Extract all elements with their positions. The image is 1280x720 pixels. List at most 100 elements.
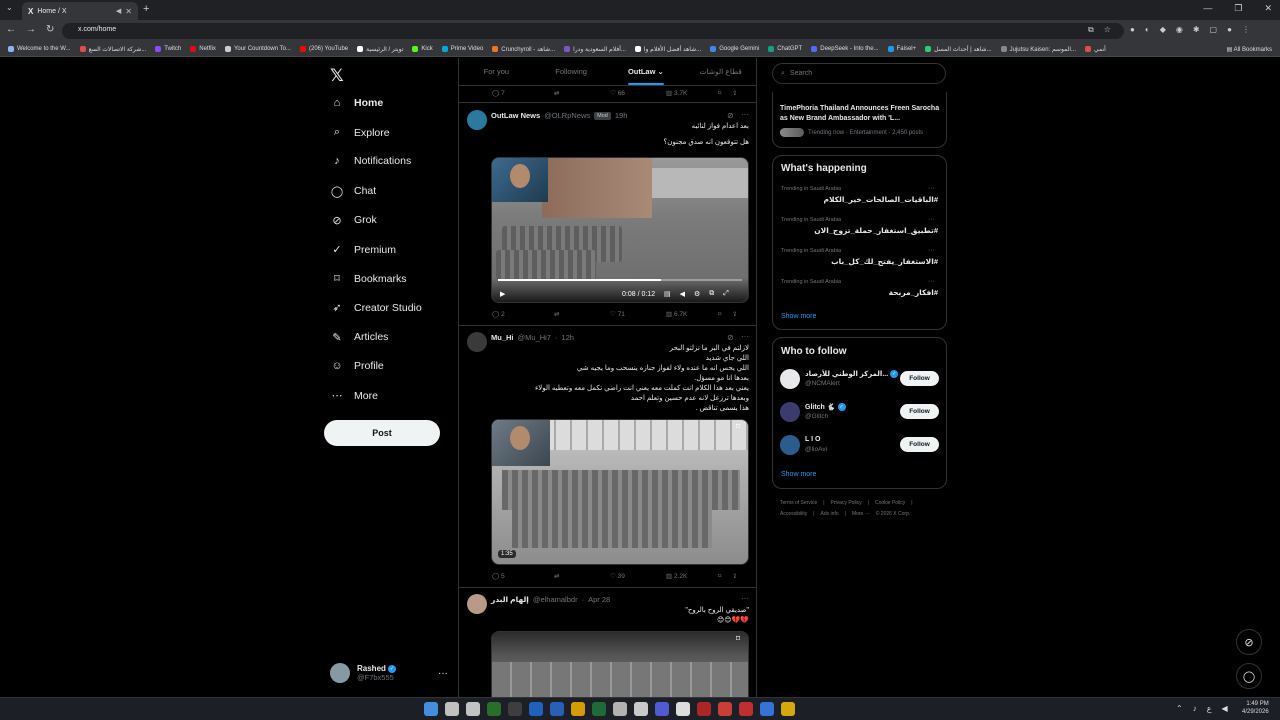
close-window-icon[interactable]: ✕ xyxy=(1264,3,1272,14)
messages-fab-icon[interactable]: ◯ xyxy=(1236,663,1262,689)
reply-icon[interactable]: ◯ 2 xyxy=(492,310,554,318)
footer-link[interactable]: © 2026 X Corp. xyxy=(876,511,911,517)
trend-more-icon[interactable]: ··· xyxy=(928,247,935,254)
taskbar-app-icon[interactable] xyxy=(424,702,438,716)
avatar[interactable] xyxy=(467,110,487,130)
extension-icon[interactable]: ◐ xyxy=(1145,25,1150,34)
follow-button[interactable]: Follow xyxy=(900,437,939,452)
star-icon[interactable]: ☆ xyxy=(1104,25,1111,35)
nav-item-explore[interactable]: ⌕ Explore xyxy=(330,126,390,139)
taskbar-app-icon[interactable] xyxy=(487,702,501,716)
bookmark-icon[interactable]: ⌑ xyxy=(718,572,732,580)
bookmark-item[interactable]: أفلام السعودية ودرا... xyxy=(564,46,626,53)
tab-for-you[interactable]: For you xyxy=(459,58,534,85)
install-icon[interactable]: ⧉ xyxy=(1088,25,1094,35)
taskbar-app-icon[interactable] xyxy=(571,702,585,716)
follow-button[interactable]: Follow xyxy=(900,404,939,419)
language-icon[interactable]: ع xyxy=(1207,704,1212,713)
trend-hashtag[interactable]: #الاستغفار_يفتح_لك_كل_باب xyxy=(831,257,938,266)
tweet-time[interactable]: Apr 28 xyxy=(588,595,610,604)
bookmark-item[interactable]: ChatGPT xyxy=(768,46,802,52)
fullscreen-icon[interactable]: ⤢ xyxy=(723,290,729,298)
repost-icon[interactable]: ⇄ xyxy=(554,572,610,580)
trend-hashtag[interactable]: #افكار_مربحة xyxy=(889,288,938,297)
tweet-time[interactable]: 12h xyxy=(561,333,574,342)
url-input[interactable]: x.com/home xyxy=(62,23,1124,39)
footer-link[interactable]: More ··· xyxy=(852,511,870,517)
bookmark-item[interactable]: شاهد أفضل الأفلام وا... xyxy=(634,46,701,53)
repost-icon[interactable]: ⇄ xyxy=(554,89,610,97)
author-handle[interactable]: @elhamalbdr xyxy=(533,595,578,604)
video-player[interactable]: ▶ 0:08 / 0:12 ▤ ◀ ⚙ ⧉ ⤢ xyxy=(491,157,749,303)
footer-link[interactable]: Cookie Policy xyxy=(875,500,905,506)
bookmark-icon[interactable]: ⌑ xyxy=(718,89,732,97)
avatar[interactable] xyxy=(467,332,487,352)
taskbar-app-icon[interactable] xyxy=(445,702,459,716)
volume-icon[interactable]: ◀ xyxy=(1221,704,1227,713)
all-bookmarks-button[interactable]: ▤ All Bookmarks xyxy=(1227,46,1272,53)
grok-icon[interactable]: ⊘ xyxy=(727,111,734,120)
taskbar-app-icon[interactable] xyxy=(739,702,753,716)
suggestion-name[interactable]: L I O xyxy=(805,436,820,443)
trend-hashtag[interactable]: #تطبيق_استغفار_حملة_تزوج_الان xyxy=(814,226,938,235)
author-handle[interactable]: @Mu_Hi7 xyxy=(518,333,551,342)
nav-item-more[interactable]: ⋯ More xyxy=(330,389,378,403)
taskbar-app-icon[interactable] xyxy=(676,702,690,716)
like-icon[interactable]: ♡ 71 xyxy=(610,310,666,318)
avatar[interactable] xyxy=(780,402,800,422)
footer-link[interactable]: Ads info xyxy=(821,511,839,517)
suggestion-name[interactable]: Glitch 🐇 ✓ xyxy=(805,403,846,412)
tab-following[interactable]: Following xyxy=(534,58,609,85)
follow-show-more[interactable]: Show more xyxy=(781,471,816,478)
bookmark-item[interactable]: Google Gemini xyxy=(710,46,759,52)
taskbar-app-icon[interactable] xyxy=(718,702,732,716)
footer-link[interactable]: Privacy Policy xyxy=(831,500,862,506)
captions-icon[interactable]: ▤ xyxy=(664,290,671,298)
bookmark-item[interactable]: (206) YouTube xyxy=(299,46,348,52)
nav-item-profile[interactable]: ☺ Profile xyxy=(330,360,383,372)
suggestion-name[interactable]: المركز الوطني للأرصاد... ✓ xyxy=(805,370,899,379)
like-icon[interactable]: ♡ 39 xyxy=(610,572,666,580)
author-handle[interactable]: @OLRpNews xyxy=(544,111,590,120)
more-options-icon[interactable]: ··· xyxy=(741,332,749,341)
minimize-icon[interactable]: — xyxy=(1203,3,1212,14)
tab-search-icon[interactable]: ⌄ xyxy=(6,3,13,12)
bookmark-item[interactable]: شاهد | أحداث المسل... xyxy=(925,46,992,53)
share-icon[interactable]: ⇪ xyxy=(732,89,737,97)
avatar[interactable] xyxy=(467,594,487,614)
nav-item-premium[interactable]: ✓ Premium xyxy=(330,243,396,257)
taskbar-app-icon[interactable] xyxy=(781,702,795,716)
close-tab-icon[interactable]: ✕ xyxy=(125,7,132,16)
video-player[interactable]: 1:35 ⌑ xyxy=(491,419,749,565)
taskbar-app-icon[interactable] xyxy=(760,702,774,716)
nav-item-bookmarks[interactable]: ⌑ Bookmarks xyxy=(330,272,406,286)
bookmark-item[interactable]: Jujutsu Kaisen: الموسم... xyxy=(1000,46,1076,53)
nav-item-notifications[interactable]: ♪ Notifications xyxy=(330,155,411,167)
menu-icon[interactable]: ⋮ xyxy=(1242,25,1250,34)
author-name[interactable]: OutLaw News xyxy=(491,111,540,120)
trend-more-icon[interactable]: ··· xyxy=(928,216,935,223)
speaker-icon[interactable]: ◀ xyxy=(116,7,121,15)
nav-item-chat[interactable]: ◯ Chat xyxy=(330,185,376,198)
forward-icon[interactable]: → xyxy=(26,24,36,35)
account-switcher[interactable]: Rashed ✓ @F7bx555 xyxy=(330,663,396,683)
mic-icon[interactable]: ♪ xyxy=(1193,704,1197,713)
views-icon[interactable]: ▥ 2.2K xyxy=(666,572,718,580)
views-icon[interactable]: ▥ 3.7K xyxy=(666,89,718,97)
bookmark-item[interactable]: Kick xyxy=(412,46,433,52)
bookmark-item[interactable]: DeepSeek - Into the... xyxy=(811,46,879,52)
bookmark-item[interactable]: Prime Video xyxy=(441,46,483,52)
footer-link[interactable]: Accessibility xyxy=(780,511,807,517)
play-icon[interactable]: ▶ xyxy=(500,290,505,298)
video-progress[interactable] xyxy=(498,279,742,281)
more-options-icon[interactable]: ··· xyxy=(741,110,749,119)
bookmark-item[interactable]: Twitch xyxy=(155,46,181,52)
nav-item-articles[interactable]: ✎ Articles xyxy=(330,331,388,344)
x-logo-icon[interactable]: 𝕏 xyxy=(330,66,344,86)
bookmark-item[interactable]: تويتر / الرئيسية xyxy=(357,46,403,53)
extension-icon[interactable]: ● xyxy=(1130,25,1135,34)
news-title[interactable]: TimePhoria Thailand Announces Freen Saro… xyxy=(780,104,942,124)
settings-icon[interactable]: ⚙ xyxy=(694,290,700,298)
extension-icon[interactable]: ◉ xyxy=(1176,25,1183,34)
taskbar-app-icon[interactable] xyxy=(634,702,648,716)
